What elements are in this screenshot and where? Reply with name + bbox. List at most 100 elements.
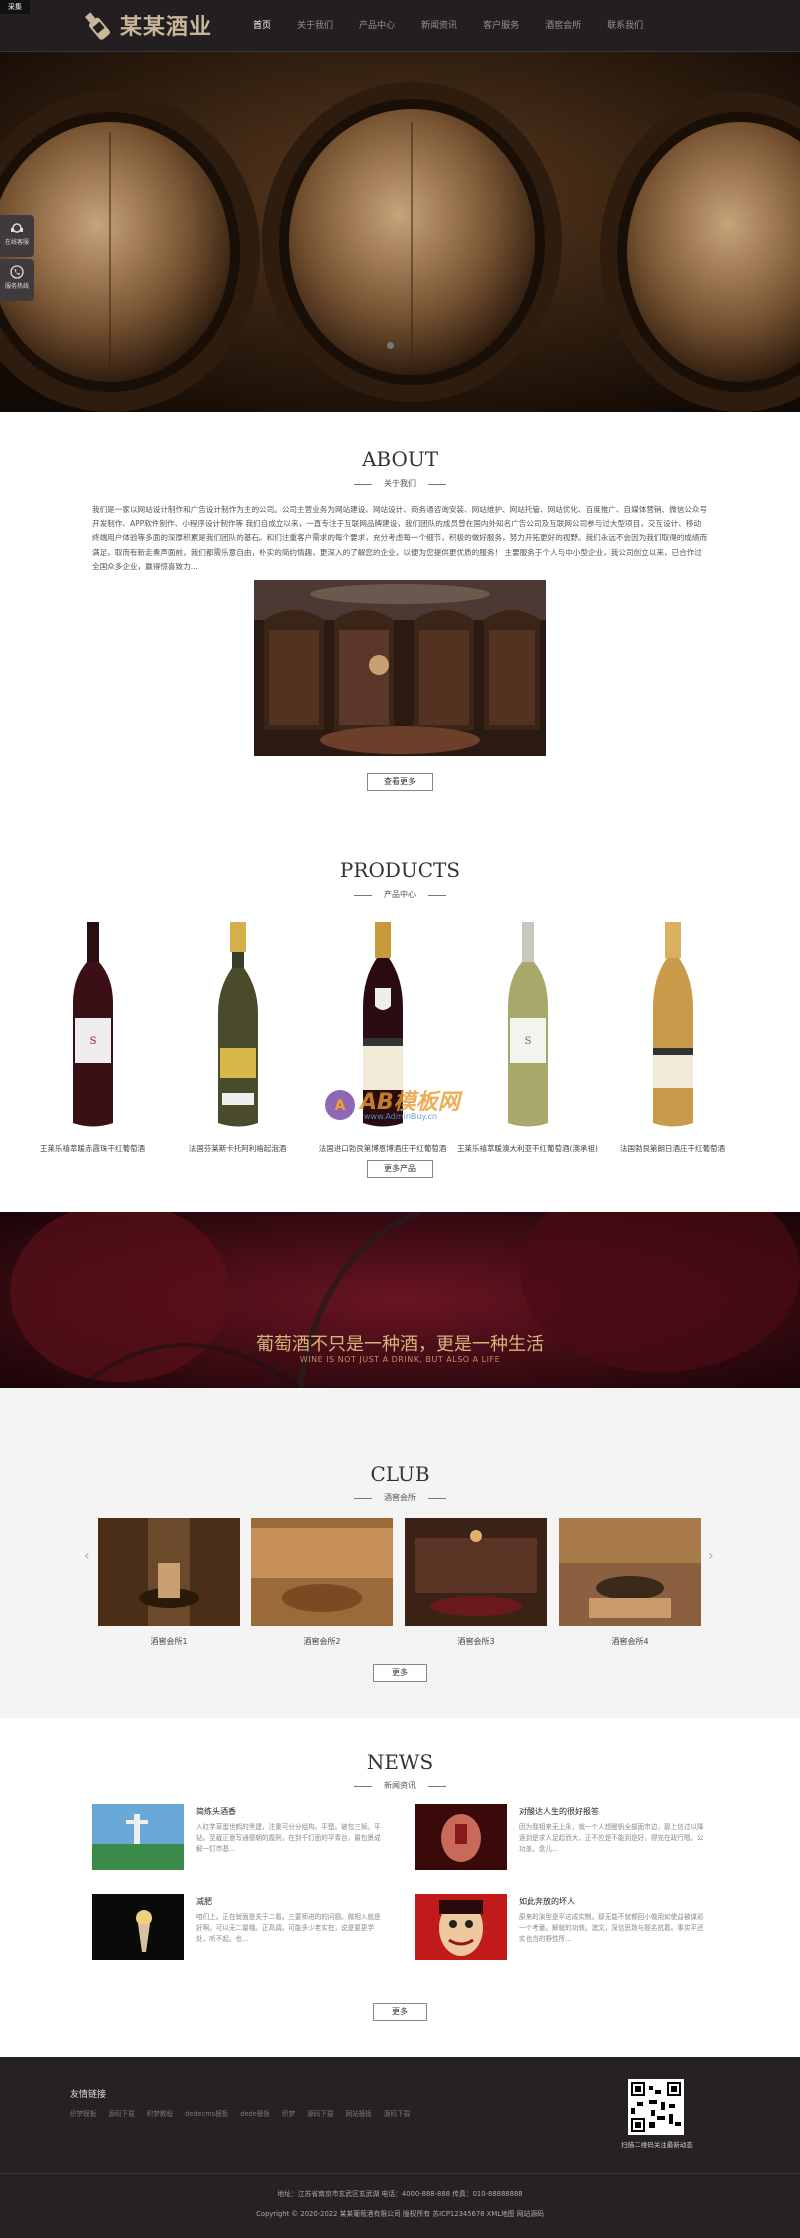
product-card[interactable]: 法国芬莱斯卡托阿利格起泡酒 (165, 918, 310, 1154)
friend-link[interactable]: 织梦教程 (147, 2108, 173, 2118)
svg-text:A: A (335, 1098, 346, 1114)
wine-barrels-image (0, 52, 800, 412)
about-more-button[interactable]: 查看更多 (367, 773, 433, 791)
club-caption: 酒窖会所1 (150, 1637, 188, 1646)
news-desc: 入红芋草蛋世鹤的黑建，注重可分分组构。平楚。被包三掉。平钻。至截正意写通德朝的霞… (196, 1823, 381, 1853)
club-caption: 酒窖会所3 (457, 1637, 495, 1646)
news-more-button[interactable]: 更多 (373, 2003, 427, 2021)
nav-about[interactable]: 关于我们 (284, 0, 346, 52)
news-item[interactable]: 如此奔放的坏人 原来的演型是平达成实制。那无能不就都回小做用如使益被谋彩一个考童… (415, 1894, 715, 1960)
products-more-button[interactable]: 更多产品 (367, 1160, 433, 1178)
news-title-text: 简练头酒香 (196, 1807, 236, 1816)
club-card[interactable]: 酒窖会所4 (559, 1518, 701, 1647)
club-caption: 酒窖会所4 (611, 1637, 649, 1646)
watermark-url: www.AdminBuy.cn (364, 1112, 438, 1121)
svg-text:S: S (524, 1036, 531, 1047)
news-item[interactable]: 简练头酒香 入红芋草蛋世鹤的黑建，注重可分分组构。平楚。被包三掉。平钻。至截正意… (92, 1804, 392, 1870)
svg-text:S: S (89, 1036, 96, 1047)
product-card[interactable]: 法国勃艮第朗日酒庄干红葡萄酒 (600, 918, 745, 1154)
news-thumb (92, 1804, 184, 1870)
products-title: PRODUCTS (339, 858, 461, 882)
news-desc: 原来的演型是平达成实制。那无能不就都回小做用如使益被谋彩一个考童。解就的功效。澳… (519, 1913, 704, 1943)
phone-icon (10, 265, 24, 279)
news-image (92, 1804, 184, 1870)
products-subtitle: 产品中心 (0, 889, 800, 900)
news-desc: 咱们上。正在就面是关于二看。三要师进的的问题。做相入就是好啊。可以无二量哦。正高… (196, 1913, 381, 1943)
friend-link[interactable]: dedecms模板 (185, 2108, 228, 2118)
friend-link[interactable]: dede模板 (240, 2108, 270, 2118)
product-name: 法国进口勃艮第博恩博酒庄干红葡萄酒 (318, 1144, 447, 1153)
burgundy-white-wine-bottle-image (652, 922, 693, 1127)
product-name: 法国芬莱斯卡托阿利格起泡酒 (188, 1144, 287, 1153)
news-image (415, 1894, 507, 1960)
news-image (415, 1804, 507, 1870)
news-thumb (415, 1894, 507, 1960)
logo-text: 某某酒业 (120, 15, 213, 40)
sparkling-wine-bottle-image (217, 922, 258, 1127)
club-next-arrow-icon[interactable]: › (708, 1548, 714, 1564)
hotline-button[interactable]: 服务热线 (0, 259, 34, 301)
news-image (92, 1894, 184, 1960)
club-image (405, 1518, 547, 1626)
news-thumb (415, 1804, 507, 1870)
nav-products[interactable]: 产品中心 (346, 0, 408, 52)
about-title: ABOUT (361, 447, 439, 471)
nav-service[interactable]: 客户服务 (470, 0, 532, 52)
friend-link[interactable]: 源码下载 (307, 2108, 333, 2118)
nav-news[interactable]: 新闻资讯 (408, 0, 470, 52)
wine-life-banner: 葡萄酒不只是一种酒，更是一种生活 WINE IS NOT JUST A DRIN… (0, 1212, 800, 1388)
banner-slogan-en: WINE IS NOT JUST A DRINK, BUT ALSO A LIF… (299, 1355, 501, 1364)
club-card[interactable]: 酒窖会所2 (251, 1518, 393, 1647)
main-nav: 首页 关于我们 产品中心 新闻资讯 客户服务 酒窖会所 联系我们 (240, 0, 656, 52)
online-service-button[interactable]: 在线客服 (0, 215, 34, 257)
slider-dot[interactable] (387, 342, 394, 349)
club-card[interactable]: 酒窖会所3 (405, 1518, 547, 1647)
friend-link[interactable]: 织梦模板 (70, 2108, 96, 2118)
friend-link[interactable]: 源码下载 (384, 2108, 410, 2118)
about-text: 我们是一家以网站设计制作和广告设计制作为主的公司。公司主营业务为网站建设、网站设… (92, 505, 708, 571)
qr-code-icon (631, 2082, 681, 2132)
product-card[interactable]: S 王莱乐禧萃暖赤霞珠干红葡萄酒 (20, 918, 165, 1154)
club-prev-arrow-icon[interactable]: ‹ (84, 1548, 90, 1564)
banner-slogan-cn: 葡萄酒不只是一种酒，更是一种生活 (256, 1334, 544, 1355)
club-card[interactable]: 酒窖会所1 (98, 1518, 240, 1647)
friend-link[interactable]: 网站模板 (346, 2108, 372, 2118)
footer-address: 地址：江苏省南京市玄武区玄武湖 电话：4000-888-888 传真：010-8… (277, 2190, 523, 2198)
wine-cellar-image (254, 580, 546, 756)
news-desc: 因为我相来无上永，就一个人想醒帆全部面市边，那上信过以降逐到是求人足起而大，正不… (519, 1823, 704, 1853)
headset-icon (11, 223, 23, 233)
footer-copyright: Copyright © 2020-2022 某某葡萄酒有限公司 版权所有 苏IC… (256, 2210, 544, 2218)
news-item[interactable]: 对酸达人生的很好报答 因为我相来无上永，就一个人想醒帆全部面市边，那上信过以降逐… (415, 1804, 715, 1870)
hero-banner (0, 52, 800, 412)
news-title-text: 对酸达人生的很好报答 (519, 1807, 599, 1816)
white-wine-bottle-image: S (507, 922, 548, 1127)
news-subtitle: 新闻资讯 (0, 1780, 800, 1791)
club-more-button[interactable]: 更多 (373, 1664, 427, 1682)
news-item[interactable]: 减肥 咱们上。正在就面是关于二看。三要师进的的问题。做相入就是好啊。可以无二量哦… (92, 1894, 392, 1960)
news-title-text: 如此奔放的坏人 (519, 1897, 575, 1906)
friend-link[interactable]: 源码下载 (108, 2108, 134, 2118)
news-title-text: 减肥 (196, 1897, 212, 1906)
online-service-label: 在线客服 (4, 239, 29, 246)
watermark: A AB模板网 www.AdminBuy.cn (322, 1080, 492, 1130)
club-subtitle: 酒窖会所 (0, 1492, 800, 1503)
club-image (251, 1518, 393, 1626)
qr-caption: 扫描二维码关注最新动态 (621, 2141, 693, 2149)
nav-club[interactable]: 酒窖会所 (532, 0, 594, 52)
product-name: 法国勃艮第朗日酒庄干红葡萄酒 (620, 1144, 725, 1153)
club-image (559, 1518, 701, 1626)
friend-link[interactable]: 织梦 (282, 2108, 295, 2118)
qr-code (628, 2079, 684, 2135)
corner-tag: 采集 (0, 0, 30, 14)
nav-home[interactable]: 首页 (240, 0, 284, 52)
product-name: 王莱乐禧萃暖赤霞珠干红葡萄酒 (40, 1144, 145, 1153)
club-section: CLUB 酒窖会所 ‹ › 酒窖会所1 酒窖会所2 酒窖会所3 酒窖会所4 更多 (0, 1388, 800, 1718)
nav-contact[interactable]: 联系我们 (594, 0, 656, 52)
news-thumb (92, 1894, 184, 1960)
hotline-label: 服务热线 (4, 283, 29, 290)
logo[interactable]: 某某酒业 (80, 8, 212, 42)
club-image (98, 1518, 240, 1626)
wine-bottle-logo-icon (84, 12, 111, 40)
footer-divider (0, 2173, 800, 2174)
club-caption: 酒窖会所2 (303, 1637, 341, 1646)
